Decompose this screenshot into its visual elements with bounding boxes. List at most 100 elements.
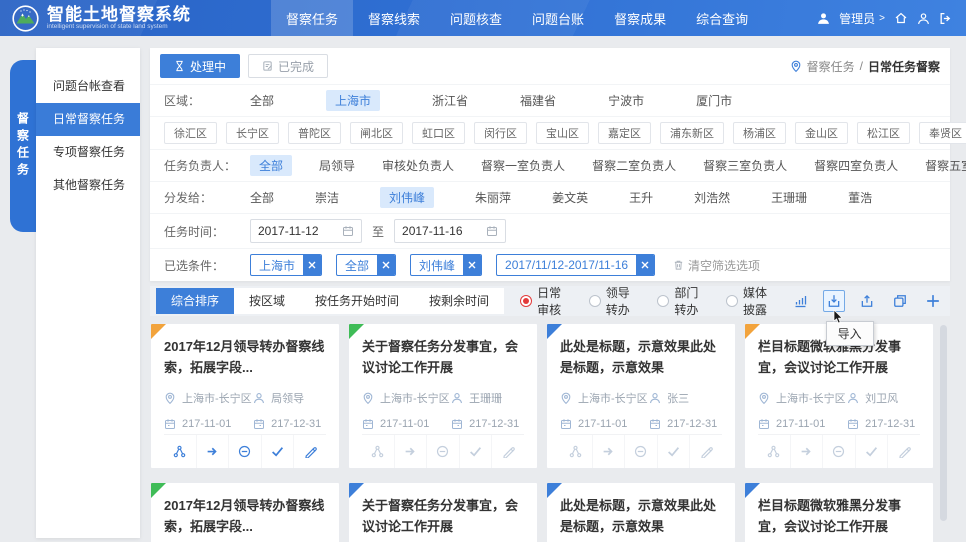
dispatch-option[interactable]: 王珊珊 xyxy=(771,189,807,206)
region-option[interactable]: 厦门市 xyxy=(696,92,732,109)
sort-tab[interactable]: 按区域 xyxy=(234,288,300,314)
owner-option[interactable]: 督察四室负责人 xyxy=(814,157,898,174)
district-chip[interactable]: 普陀区 xyxy=(288,122,341,144)
region-option[interactable]: 宁波市 xyxy=(608,92,644,109)
complete-icon[interactable] xyxy=(459,435,492,468)
dispatch-option[interactable]: 全部 xyxy=(250,189,274,206)
filter-radio[interactable]: 领导转办 xyxy=(589,284,642,318)
add-task-icon[interactable] xyxy=(922,290,944,312)
task-card[interactable]: 此处是标题，示意效果此处是标题，示意效果 上海市-长宁区 张三 xyxy=(546,323,736,469)
complete-icon[interactable] xyxy=(261,435,294,468)
nav-item[interactable]: 督察任务 xyxy=(271,0,353,36)
filter-radio[interactable]: 媒体披露 xyxy=(726,284,779,318)
logout-icon[interactable] xyxy=(939,12,952,25)
dispatch-option[interactable]: 董浩 xyxy=(848,189,872,206)
task-card[interactable]: 2017年12月领导转办督察线索，拓展字段... 上海市-长宁区 局领导 xyxy=(150,482,340,542)
sort-tab[interactable]: 按剩余时间 xyxy=(414,288,504,314)
user-name[interactable]: 管理员 xyxy=(839,10,875,27)
district-chip[interactable]: 长宁区 xyxy=(226,122,279,144)
scrollbar[interactable] xyxy=(940,325,947,521)
clear-filters-button[interactable]: 清空筛选选项 xyxy=(673,257,760,274)
nav-item[interactable]: 督察线索 xyxy=(353,0,435,36)
edit-icon[interactable] xyxy=(689,435,722,468)
nav-item[interactable]: 问题台账 xyxy=(517,0,599,36)
filter-radio[interactable]: 部门转办 xyxy=(657,284,710,318)
owner-option[interactable]: 全部 xyxy=(250,155,292,176)
sidebar-item[interactable]: 问题台帐查看 xyxy=(36,70,140,103)
district-chip[interactable]: 松江区 xyxy=(857,122,910,144)
dispatch-option[interactable]: 朱丽萍 xyxy=(475,189,511,206)
district-chip[interactable]: 杨浦区 xyxy=(733,122,786,144)
district-chip[interactable]: 徐汇区 xyxy=(164,122,217,144)
region-option[interactable]: 福建省 xyxy=(520,92,556,109)
sidebar-ribbon-tab[interactable]: 督察任务 xyxy=(10,60,36,232)
statistics-icon[interactable] xyxy=(790,290,812,312)
complete-icon[interactable] xyxy=(657,435,690,468)
distribute-icon[interactable] xyxy=(164,435,196,468)
district-chip[interactable]: 嘉定区 xyxy=(598,122,651,144)
remove-tag-icon[interactable] xyxy=(377,255,395,275)
task-card[interactable]: 栏目标题微软雅黑分发事宜，会议讨论工作开展 上海市-长宁区 刘卫风 xyxy=(744,482,934,542)
account-icon[interactable] xyxy=(917,12,930,25)
date-to-input[interactable]: 2017-11-16 xyxy=(394,219,506,243)
date-from-input[interactable]: 2017-11-12 xyxy=(250,219,362,243)
export-icon[interactable] xyxy=(856,290,878,312)
district-chip[interactable]: 闵行区 xyxy=(474,122,527,144)
task-card[interactable]: 关于督察任务分发事宜，会议讨论工作开展 上海市-长宁区 王珊珊 xyxy=(348,323,538,469)
nav-item[interactable]: 综合查询 xyxy=(681,0,763,36)
tab-processing[interactable]: 处理中 xyxy=(160,54,240,78)
sidebar-item[interactable]: 其他督察任务 xyxy=(36,169,140,202)
forward-icon[interactable] xyxy=(592,435,625,468)
district-chip[interactable]: 浦东新区 xyxy=(660,122,724,144)
import-icon[interactable]: 导入 xyxy=(823,290,845,312)
edit-icon[interactable] xyxy=(293,435,326,468)
distribute-icon[interactable] xyxy=(362,435,394,468)
distribute-icon[interactable] xyxy=(560,435,592,468)
dispatch-option[interactable]: 王升 xyxy=(629,189,653,206)
distribute-icon[interactable] xyxy=(758,435,790,468)
district-chip[interactable]: 奉贤区 xyxy=(919,122,966,144)
breadcrumb-root[interactable]: 督察任务 xyxy=(807,58,855,75)
district-chip[interactable]: 闸北区 xyxy=(350,122,403,144)
region-option[interactable]: 浙江省 xyxy=(432,92,468,109)
filter-radio[interactable]: 日常审核 xyxy=(520,284,573,318)
suspend-icon[interactable] xyxy=(228,435,261,468)
remove-tag-icon[interactable] xyxy=(303,255,321,275)
region-option[interactable]: 全部 xyxy=(250,92,274,109)
edit-icon[interactable] xyxy=(491,435,524,468)
task-card[interactable]: 2017年12月领导转办督察线索，拓展字段... 上海市-长宁区 局领导 xyxy=(150,323,340,469)
forward-icon[interactable] xyxy=(196,435,229,468)
tab-completed[interactable]: 已完成 xyxy=(248,54,328,78)
owner-option[interactable]: 督察三室负责人 xyxy=(703,157,787,174)
dispatch-option[interactable]: 姜文英 xyxy=(552,189,588,206)
sort-tab[interactable]: 综合排序 xyxy=(156,288,234,314)
suspend-icon[interactable] xyxy=(822,435,855,468)
owner-option[interactable]: 督察一室负责人 xyxy=(481,157,565,174)
home-icon[interactable] xyxy=(894,11,908,25)
region-option[interactable]: 上海市 xyxy=(326,90,380,111)
nav-item[interactable]: 督察成果 xyxy=(599,0,681,36)
dispatch-option[interactable]: 刘浩然 xyxy=(694,189,730,206)
district-chip[interactable]: 金山区 xyxy=(795,122,848,144)
suspend-icon[interactable] xyxy=(426,435,459,468)
owner-option[interactable]: 审核处负责人 xyxy=(382,157,454,174)
dispatch-option[interactable]: 刘伟峰 xyxy=(380,187,434,208)
sort-tab[interactable]: 按任务开始时间 xyxy=(300,288,414,314)
nav-item[interactable]: 问题核查 xyxy=(435,0,517,36)
owner-option[interactable]: 督察二室负责人 xyxy=(592,157,676,174)
owner-option[interactable]: 督察五室负责人 xyxy=(925,157,966,174)
remove-tag-icon[interactable] xyxy=(636,255,654,275)
district-chip[interactable]: 虹口区 xyxy=(412,122,465,144)
district-chip[interactable]: 宝山区 xyxy=(536,122,589,144)
owner-option[interactable]: 局领导 xyxy=(319,157,355,174)
task-card[interactable]: 此处是标题，示意效果此处是标题，示意效果 上海市-长宁区 张三 xyxy=(546,482,736,542)
edit-icon[interactable] xyxy=(887,435,920,468)
complete-icon[interactable] xyxy=(855,435,888,468)
sidebar-item[interactable]: 专项督察任务 xyxy=(36,136,140,169)
copy-icon[interactable] xyxy=(889,290,911,312)
suspend-icon[interactable] xyxy=(624,435,657,468)
sidebar-item[interactable]: 日常督察任务 xyxy=(36,103,140,136)
forward-icon[interactable] xyxy=(790,435,823,468)
remove-tag-icon[interactable] xyxy=(463,255,481,275)
forward-icon[interactable] xyxy=(394,435,427,468)
